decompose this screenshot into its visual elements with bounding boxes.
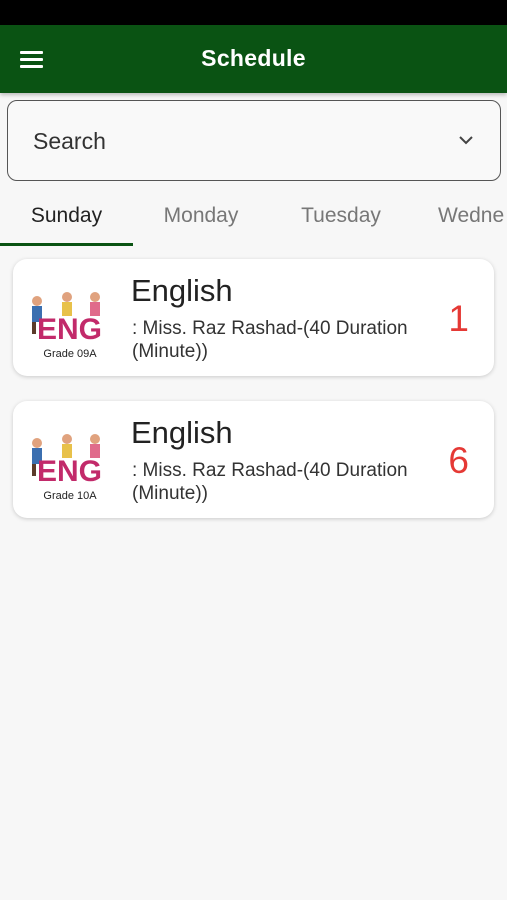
eng-text: ENG xyxy=(37,455,102,488)
subject-thumbnail: ENG Grade 09A xyxy=(25,279,115,361)
teacher-duration: : Miss. Raz Rashad-(40 Duration (Minute)… xyxy=(132,318,408,362)
eng-text: ENG xyxy=(37,313,102,346)
day-tabs: Sunday Monday Tuesday Wedne xyxy=(0,196,507,246)
tab-sunday[interactable]: Sunday xyxy=(0,196,133,244)
grade-label: Grade 10A xyxy=(43,490,97,502)
subject-thumbnail: ENG Grade 10A xyxy=(25,421,115,503)
eng-illustration-icon: ENG xyxy=(32,434,102,488)
teacher-duration: : Miss. Raz Rashad-(40 Duration (Minute)… xyxy=(132,460,408,504)
grade-label: Grade 09A xyxy=(43,348,97,360)
app-bar: Schedule xyxy=(0,25,507,93)
subject-name: English xyxy=(131,415,233,450)
search-label: Search xyxy=(33,128,106,154)
period-number: 1 xyxy=(448,298,469,339)
tab-wednesday[interactable]: Wedne xyxy=(438,196,507,244)
tab-tuesday[interactable]: Tuesday xyxy=(282,196,400,244)
chevron-down-icon xyxy=(459,136,473,145)
search-dropdown[interactable]: Search xyxy=(7,100,501,181)
tab-monday[interactable]: Monday xyxy=(142,196,260,244)
status-bar xyxy=(0,0,507,25)
class-card[interactable]: ENG Grade 09A English : Miss. Raz Rashad… xyxy=(13,259,494,376)
subject-name: English xyxy=(131,273,233,308)
class-card[interactable]: ENG Grade 10A English : Miss. Raz Rashad… xyxy=(13,401,494,518)
period-number: 6 xyxy=(448,440,469,481)
tab-indicator xyxy=(0,243,133,246)
page-title: Schedule xyxy=(201,45,306,71)
eng-illustration-icon: ENG xyxy=(32,292,102,346)
